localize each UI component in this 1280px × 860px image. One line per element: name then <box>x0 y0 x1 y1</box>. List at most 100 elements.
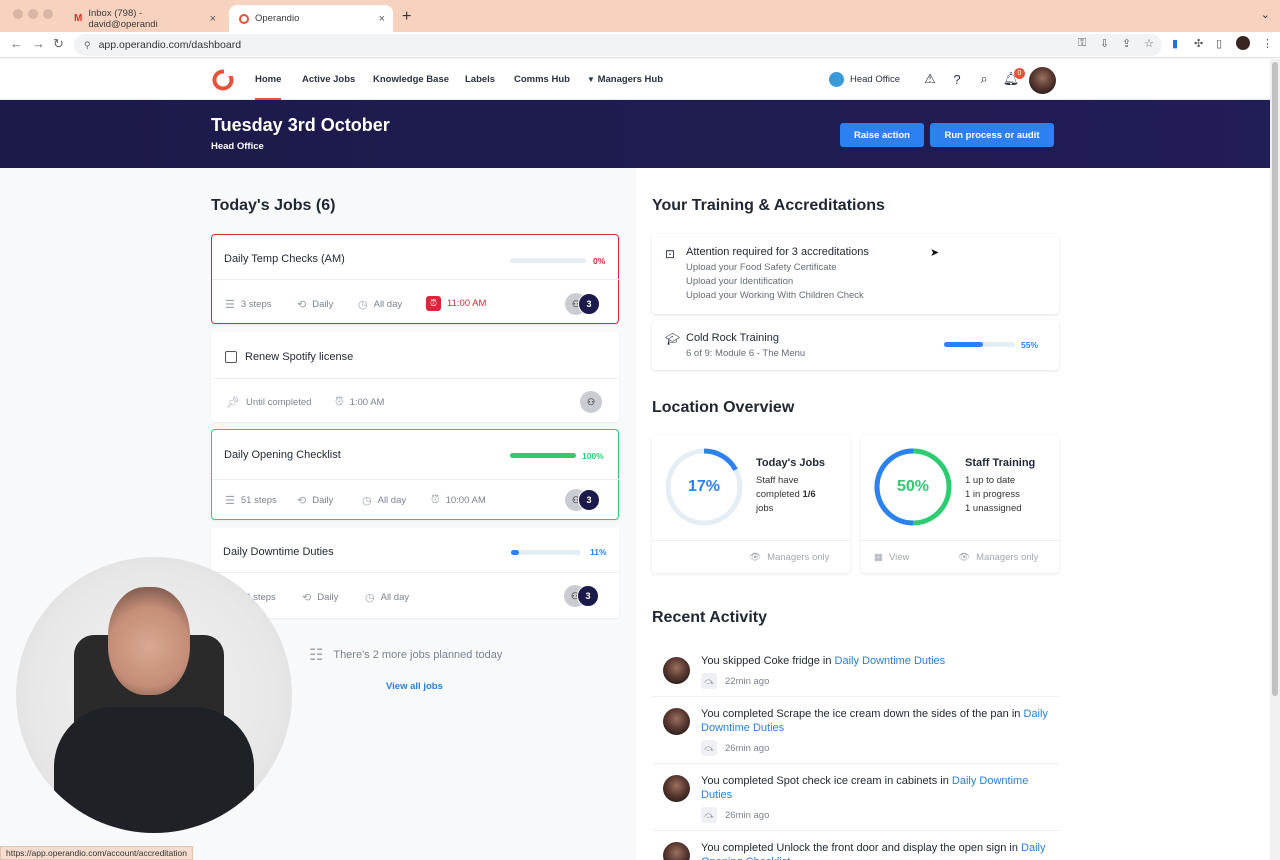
scrollbar-thumb[interactable] <box>1272 62 1278 696</box>
banner-location: Head Office <box>211 141 264 152</box>
job-progress-bar <box>511 550 581 555</box>
extension-icon[interactable]: ▮ <box>1172 37 1178 50</box>
job-progress-fill <box>510 453 576 458</box>
job-card[interactable]: Daily Opening Checklist 100% ☰ 51 steps ⟲… <box>211 429 620 520</box>
job-card[interactable]: Renew Spotify license 📌︎ Until completed … <box>211 332 619 422</box>
nav-comms-hub[interactable]: Comms Hub <box>514 59 570 100</box>
caret-down-icon: ▼ <box>587 75 595 84</box>
url-text: app.operandio.com/dashboard <box>98 39 242 51</box>
accreditation-item[interactable]: Upload your Working With Children Check <box>686 290 864 301</box>
activity-time: ⤼ 26min ago <box>701 740 769 756</box>
help-icon[interactable]: ? <box>949 71 965 87</box>
share-icon[interactable]: ⇪ <box>1122 37 1131 50</box>
run-process-button[interactable]: Run process or audit <box>930 123 1054 147</box>
alarm-icon: ⏰︎ <box>335 396 344 408</box>
accreditation-item[interactable]: Upload your Food Safety Certificate <box>686 262 837 273</box>
install-icon[interactable]: ⇩ <box>1100 37 1109 50</box>
alarm-icon: ⏰︎ <box>431 494 440 506</box>
jobs-line-2: completed 1/6 <box>756 489 816 500</box>
nav-knowledge-base[interactable]: Knowledge Base <box>373 59 449 100</box>
assignee-count: 3 <box>578 489 600 511</box>
badge-icon: ⊡ <box>665 247 676 261</box>
accreditation-alert-card[interactable]: ⊡ Attention required for 3 accreditation… <box>652 234 1059 314</box>
training-line-3: 1 unassigned <box>965 503 1022 514</box>
side-panel-icon[interactable]: ▯ <box>1216 37 1222 50</box>
key-icon[interactable]: ⚿ <box>1078 37 1086 50</box>
alert-icon[interactable]: ⚠ <box>922 71 938 87</box>
job-schedule-text: All day <box>373 299 403 310</box>
managers-only-link[interactable]: 👁︎ Managers only <box>958 552 1038 563</box>
assignee-count: 3 <box>578 293 600 315</box>
window-minimize-button[interactable] <box>28 9 38 19</box>
accreditation-item[interactable]: Upload your Identification <box>686 276 793 287</box>
raise-action-button[interactable]: Raise action <box>840 123 924 147</box>
nav-labels[interactable]: Labels <box>465 59 495 100</box>
activity-job-link[interactable]: Daily Downtime Duties <box>835 655 946 667</box>
user-avatar <box>663 842 690 860</box>
location-icon <box>829 72 844 87</box>
url-input[interactable]: ⚲ app.operandio.com/dashboard <box>74 34 1162 56</box>
browser-tab-operandio[interactable]: Operandio × <box>229 5 393 32</box>
recent-activity-heading: Recent Activity <box>652 609 767 626</box>
assignee-count: 3 <box>577 585 599 607</box>
user-avatar[interactable] <box>1029 67 1056 94</box>
search-icon[interactable]: ⌕ <box>976 71 992 87</box>
assignees[interactable]: ⚇ 3 <box>564 585 599 607</box>
site-info-icon[interactable]: ⚲ <box>84 40 91 51</box>
reload-icon[interactable]: ↻ <box>53 36 64 52</box>
view-training-link[interactable]: ▦ View <box>874 552 909 563</box>
new-tab-icon[interactable]: + <box>402 8 411 26</box>
checklist-icon: ☷ <box>309 647 324 664</box>
job-checkbox[interactable] <box>225 351 237 363</box>
training-percent: 50% <box>896 478 930 495</box>
assignees[interactable]: ⚇ <box>580 391 602 413</box>
nav-active-jobs[interactable]: Active Jobs <box>302 59 355 100</box>
browser-menu-icon[interactable]: ⋮ <box>1262 37 1273 50</box>
job-steps: ☰ 51 steps <box>225 494 277 507</box>
notification-badge: 0 <box>1014 68 1025 79</box>
eye-icon: 👁︎ <box>958 552 971 563</box>
activity-item: You completed Unlock the front door and … <box>652 832 1059 860</box>
window-close-button[interactable] <box>13 9 23 19</box>
skip-icon: ⤼ <box>701 673 717 689</box>
job-card[interactable]: Daily Downtime Duties 11% ☰22 steps ⟲Dai… <box>211 528 619 618</box>
activity-item: You completed Spot check ice cream in ca… <box>652 765 1059 831</box>
managers-only-link[interactable]: 👁︎ Managers only <box>749 552 829 563</box>
divider <box>652 540 850 541</box>
close-tab-icon[interactable]: × <box>379 13 385 25</box>
close-tab-icon[interactable]: × <box>210 13 216 25</box>
assignees[interactable]: ⚇ 3 <box>565 293 600 315</box>
forward-icon[interactable]: → <box>32 36 45 51</box>
tab-search-icon[interactable]: ⌄ <box>1261 8 1270 21</box>
check-icon: ⤼ <box>701 807 717 823</box>
location-label: Head Office <box>850 74 900 85</box>
check-icon: ⤼ <box>701 740 717 756</box>
job-due-text: 11:00 AM <box>447 298 487 309</box>
divider <box>212 279 620 280</box>
bookmark-star-icon[interactable]: ☆ <box>1144 37 1154 50</box>
job-due-text: 1:00 AM <box>349 397 385 408</box>
assignees[interactable]: ⚇ 3 <box>565 489 600 511</box>
job-progress-label: 100% <box>582 451 604 461</box>
job-steps-text: 3 steps <box>240 299 272 310</box>
window-zoom-button[interactable] <box>43 9 53 19</box>
repeat-icon: ⟲ <box>297 299 307 311</box>
todays-jobs-card[interactable]: 17% Today's Jobs Staff have completed 1/… <box>652 435 850 573</box>
job-title: Renew Spotify license <box>245 351 354 363</box>
location-selector[interactable]: Head Office <box>829 72 900 87</box>
page-title: Tuesday 3rd October <box>211 115 390 135</box>
nav-home[interactable]: Home <box>255 59 282 100</box>
staff-training-card[interactable]: 50% Staff Training 1 up to date 1 in pro… <box>861 435 1059 573</box>
puzzle-icon[interactable]: ✣ <box>1194 37 1203 50</box>
job-repeat: ⟲ Daily <box>297 298 333 311</box>
accreditation-title: Attention required for 3 accreditations <box>686 246 869 258</box>
nav-managers-hub[interactable]: ▼ Managers Hub <box>587 59 663 100</box>
browser-tab-gmail[interactable]: M Inbox (798) - david@operandi × <box>64 5 224 32</box>
view-all-jobs-link[interactable]: View all jobs <box>386 681 443 692</box>
course-card[interactable]: 🎓︎ Cold Rock Training 6 of 9: Module 6 -… <box>652 320 1059 370</box>
operandio-logo-icon[interactable] <box>211 68 235 92</box>
profile-avatar[interactable] <box>1236 36 1250 50</box>
managers-only-text: Managers only <box>976 552 1039 563</box>
job-card[interactable]: Daily Temp Checks (AM) 0% ☰ 3 steps ⟲ Dail… <box>211 234 620 324</box>
back-icon[interactable]: ← <box>10 36 23 51</box>
